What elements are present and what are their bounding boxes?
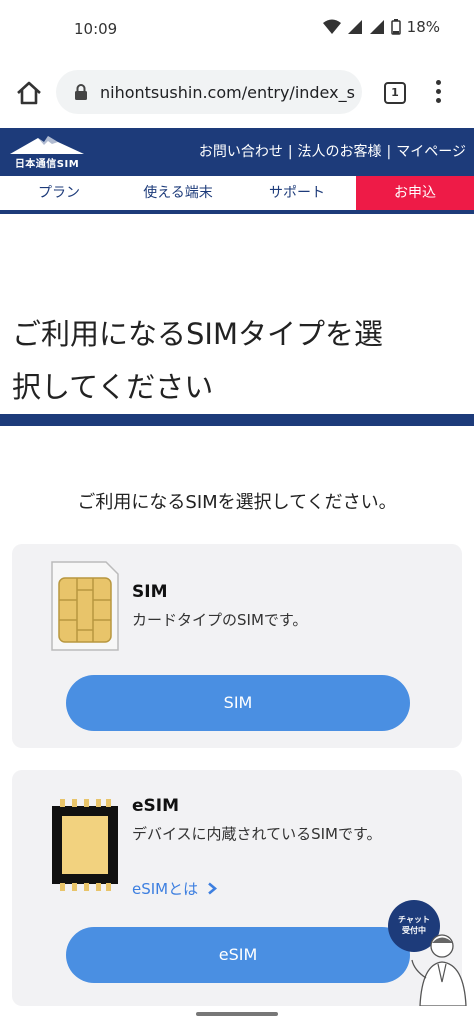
nav-devices[interactable]: 使える端末 [118,176,238,210]
contact-link[interactable]: お問い合わせ [199,144,283,160]
esim-about-label: eSIMとは [132,880,199,898]
sim-description: カードタイプのSIMです。 [132,611,308,629]
wifi-icon [322,19,341,34]
link-separator: | [287,144,293,160]
link-separator: | [386,144,392,160]
header-links: お問い合わせ | 法人のお客様 | マイページ [199,141,466,161]
page-title-line2: 択してください [12,370,214,404]
select-sim-button[interactable]: SIM [66,675,410,731]
chevron-right-icon [208,882,217,895]
signal-icon [347,20,362,34]
business-link[interactable]: 法人のお客様 [298,144,382,160]
status-bar: 10:09 18% [0,0,474,58]
chat-line1: チャット [398,915,430,924]
url-text: nihontsushin.com/entry/index_s [100,82,355,102]
logo-text: 日本通信SIM [14,159,80,170]
browser-menu-icon[interactable] [434,80,442,106]
esim-description: デバイスに内蔵されているSIMです。 [132,825,382,843]
sim-card-icon [51,561,119,651]
nav-support[interactable]: サポート [238,176,356,210]
mypage-link[interactable]: マイページ [396,144,466,160]
nav-apply[interactable]: お申込 [356,176,474,210]
sim-name: SIM [132,582,168,602]
esim-about-link[interactable]: eSIMとは [132,878,217,899]
esim-chip-icon [52,799,118,891]
esim-option-card: eSIM デバイスに内蔵されているSIMです。 eSIMとは eSIM [12,770,462,1006]
select-esim-button[interactable]: eSIM [66,927,410,983]
home-icon[interactable] [14,78,44,108]
site-nav: プラン 使える端末 サポート お申込 [0,176,474,214]
status-time: 10:09 [74,20,118,38]
sim-option-card: SIM カードタイプのSIMです。 SIM [12,544,462,748]
page-title-line1: ご利用になるSIMタイプを選 [12,317,383,351]
battery-icon [390,19,401,35]
instruction-text: ご利用になるSIMを選択してください。 [77,492,397,513]
page-title: ご利用になるSIMタイプを選 択してください [12,308,462,414]
gesture-navigation-bar[interactable] [196,1012,278,1016]
address-bar[interactable]: nihontsushin.com/entry/index_s [56,70,362,114]
nav-plan[interactable]: プラン [0,176,118,210]
site-logo[interactable]: 日本通信SIM [8,132,86,172]
esim-name: eSIM [132,796,180,816]
chat-agent-illustration[interactable] [404,930,470,1006]
title-divider [0,414,474,426]
signal-2-icon [369,20,384,34]
browser-toolbar: nihontsushin.com/entry/index_s 1 [0,58,474,128]
battery-percent: 18% [406,18,440,36]
site-header: 日本通信SIM お問い合わせ | 法人のお客様 | マイページ [0,128,474,176]
tab-switcher-button[interactable]: 1 [384,82,406,104]
lock-icon [75,84,87,100]
